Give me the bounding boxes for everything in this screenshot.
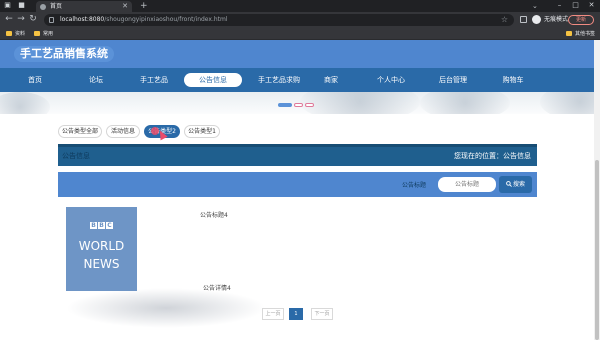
bbc-letter: B: [90, 222, 97, 229]
page-1-button[interactable]: 1: [289, 308, 303, 320]
carousel-dot-active[interactable]: [278, 103, 292, 107]
nav-item-crafts[interactable]: 手工艺品: [125, 73, 183, 87]
nav-item-home[interactable]: 首页: [6, 73, 64, 87]
new-tab-icon[interactable]: +: [140, 0, 148, 12]
filter-activity-info[interactable]: 活动信息: [106, 125, 140, 138]
address-bar[interactable]: localhost:8080/shougongyipinxiaoshou/fro…: [44, 14, 514, 26]
search-input[interactable]: [438, 177, 496, 192]
site-title: 手工艺品销售系统: [14, 46, 114, 62]
filter-type-1[interactable]: 公告类型1: [184, 125, 220, 138]
browser-menu-icon[interactable]: ▣: [4, 1, 11, 10]
search-button-label: 搜索: [512, 181, 525, 188]
search-button[interactable]: 搜索: [499, 176, 532, 193]
carousel-dot[interactable]: [294, 103, 303, 107]
section-title: 公告信息: [62, 152, 90, 160]
banner-splash: [540, 92, 594, 114]
nav-item-merchants[interactable]: 商家: [302, 73, 360, 87]
announcement-image[interactable]: BBC WORLD NEWS: [66, 207, 137, 291]
window-close-icon[interactable]: ✕: [588, 1, 595, 10]
site-header: 手工艺品销售系统: [0, 40, 594, 68]
chevron-down-icon[interactable]: ⌄: [532, 0, 538, 12]
nav-item-user-center[interactable]: 个人中心: [362, 73, 420, 87]
page-scrollbar[interactable]: [594, 40, 600, 340]
announcement-title[interactable]: 公告标题4: [200, 210, 228, 219]
tab-title: 首页: [50, 3, 63, 10]
next-page-button[interactable]: 下一页: [311, 308, 333, 320]
bbc-logo: BBC: [90, 221, 114, 229]
banner-splash: [0, 92, 50, 114]
minimize-icon[interactable]: –: [556, 1, 563, 10]
search-bar: 公告标题 搜索: [58, 172, 537, 197]
decorative-splash: [66, 288, 266, 328]
reload-icon[interactable]: ↻: [28, 14, 38, 25]
maximize-icon[interactable]: □: [572, 1, 579, 10]
browser-tab-bar: ▣ ■ 首页 ✕ + ⌄ – □ ✕: [0, 0, 600, 12]
scrollbar-thumb[interactable]: [595, 160, 599, 340]
nav-item-admin[interactable]: 后台管理: [424, 73, 482, 87]
browser-toolbar: ← → ↻ localhost:8080/shougongyipinxiaosh…: [0, 12, 600, 28]
bookmark-folder-other[interactable]: 其他书签: [566, 28, 595, 40]
browser-tab[interactable]: 首页 ✕: [36, 1, 132, 12]
banner-splash: [300, 92, 420, 114]
bookmark-folder-changyong[interactable]: 常用: [34, 28, 53, 40]
side-panel-icon[interactable]: [520, 16, 527, 23]
update-button[interactable]: 更新: [568, 15, 594, 25]
bbc-letter: B: [98, 222, 105, 229]
main-nav: 首页 论坛 手工艺品 公告信息 手工艺品求购 商家 个人中心 后台管理 购物车: [0, 68, 594, 92]
url-text: localhost:8080/shougongyipinxiaoshou/fro…: [60, 16, 228, 23]
filter-all-types[interactable]: 公告类型全部: [58, 125, 102, 138]
nav-item-forum[interactable]: 论坛: [67, 73, 125, 87]
nav-item-announcements[interactable]: 公告信息: [184, 73, 242, 87]
banner-carousel: [0, 92, 594, 114]
tab-close-icon[interactable]: ✕: [122, 1, 128, 12]
bookmarks-bar: 资料 常用 其他书签: [0, 28, 600, 40]
carousel-dot[interactable]: [305, 103, 314, 107]
breadcrumb-location: 您现在的位置：公告信息: [454, 152, 531, 160]
breadcrumb: 公告信息 您现在的位置：公告信息: [58, 144, 537, 166]
bookmark-folder-ziliao[interactable]: 资料: [6, 28, 25, 40]
incognito-icon[interactable]: [532, 15, 541, 24]
back-icon[interactable]: ←: [4, 14, 14, 25]
incognito-label: 无痕模式: [544, 16, 569, 23]
image-text-world: WORLD: [78, 239, 125, 253]
web-page: 手工艺品销售系统 首页 论坛 手工艺品 公告信息 手工艺品求购 商家 个人中心 …: [0, 40, 594, 340]
image-text-news: NEWS: [83, 257, 120, 271]
banner-splash: [420, 92, 510, 114]
prev-page-button[interactable]: 上一页: [262, 308, 284, 320]
info-icon[interactable]: [49, 17, 54, 23]
tab-favicon-icon: [40, 4, 46, 10]
bookmark-star-icon[interactable]: ☆: [501, 14, 508, 26]
search-label: 公告标题: [402, 182, 427, 189]
bbc-letter: C: [106, 222, 113, 229]
tab-search-icon[interactable]: ■: [18, 1, 25, 10]
search-icon: [506, 181, 512, 187]
forward-icon[interactable]: →: [16, 14, 26, 25]
nav-item-cart[interactable]: 购物车: [484, 73, 542, 87]
announcement-detail: 公告详情4: [203, 285, 231, 292]
